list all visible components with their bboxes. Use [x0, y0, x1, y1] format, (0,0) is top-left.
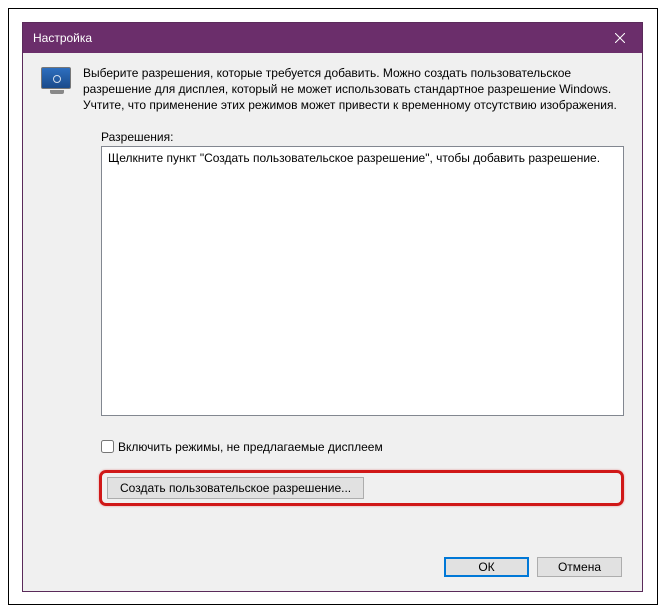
dialog-content: Выберите разрешения, которые требуется д… — [23, 53, 642, 591]
monitor-icon — [41, 67, 73, 99]
close-icon — [615, 33, 625, 43]
intro-text: Выберите разрешения, которые требуется д… — [83, 65, 624, 114]
create-button-highlight: Создать пользовательское разрешение... — [99, 470, 624, 506]
include-modes-checkbox-row[interactable]: Включить режимы, не предлагаемые дисплее… — [101, 440, 624, 454]
create-custom-resolution-button[interactable]: Создать пользовательское разрешение... — [107, 477, 364, 499]
resolutions-hint: Щелкните пункт "Создать пользовательское… — [108, 151, 617, 165]
intro-row: Выберите разрешения, которые требуется д… — [41, 65, 624, 114]
resolutions-listbox[interactable]: Щелкните пункт "Создать пользовательское… — [101, 146, 624, 416]
include-modes-checkbox[interactable] — [101, 440, 114, 453]
ok-button[interactable]: ОК — [444, 557, 529, 577]
dialog-footer: ОК Отмена — [41, 557, 624, 577]
screenshot-frame: Настройка Выберите разрешения, которые т… — [8, 8, 658, 605]
include-modes-label: Включить режимы, не предлагаемые дисплее… — [118, 440, 383, 454]
resolutions-label: Разрешения: — [101, 130, 624, 144]
close-button[interactable] — [597, 23, 642, 53]
dialog-window: Настройка Выберите разрешения, которые т… — [22, 22, 643, 592]
titlebar: Настройка — [23, 23, 642, 53]
window-title: Настройка — [33, 31, 92, 45]
cancel-button[interactable]: Отмена — [537, 557, 622, 577]
